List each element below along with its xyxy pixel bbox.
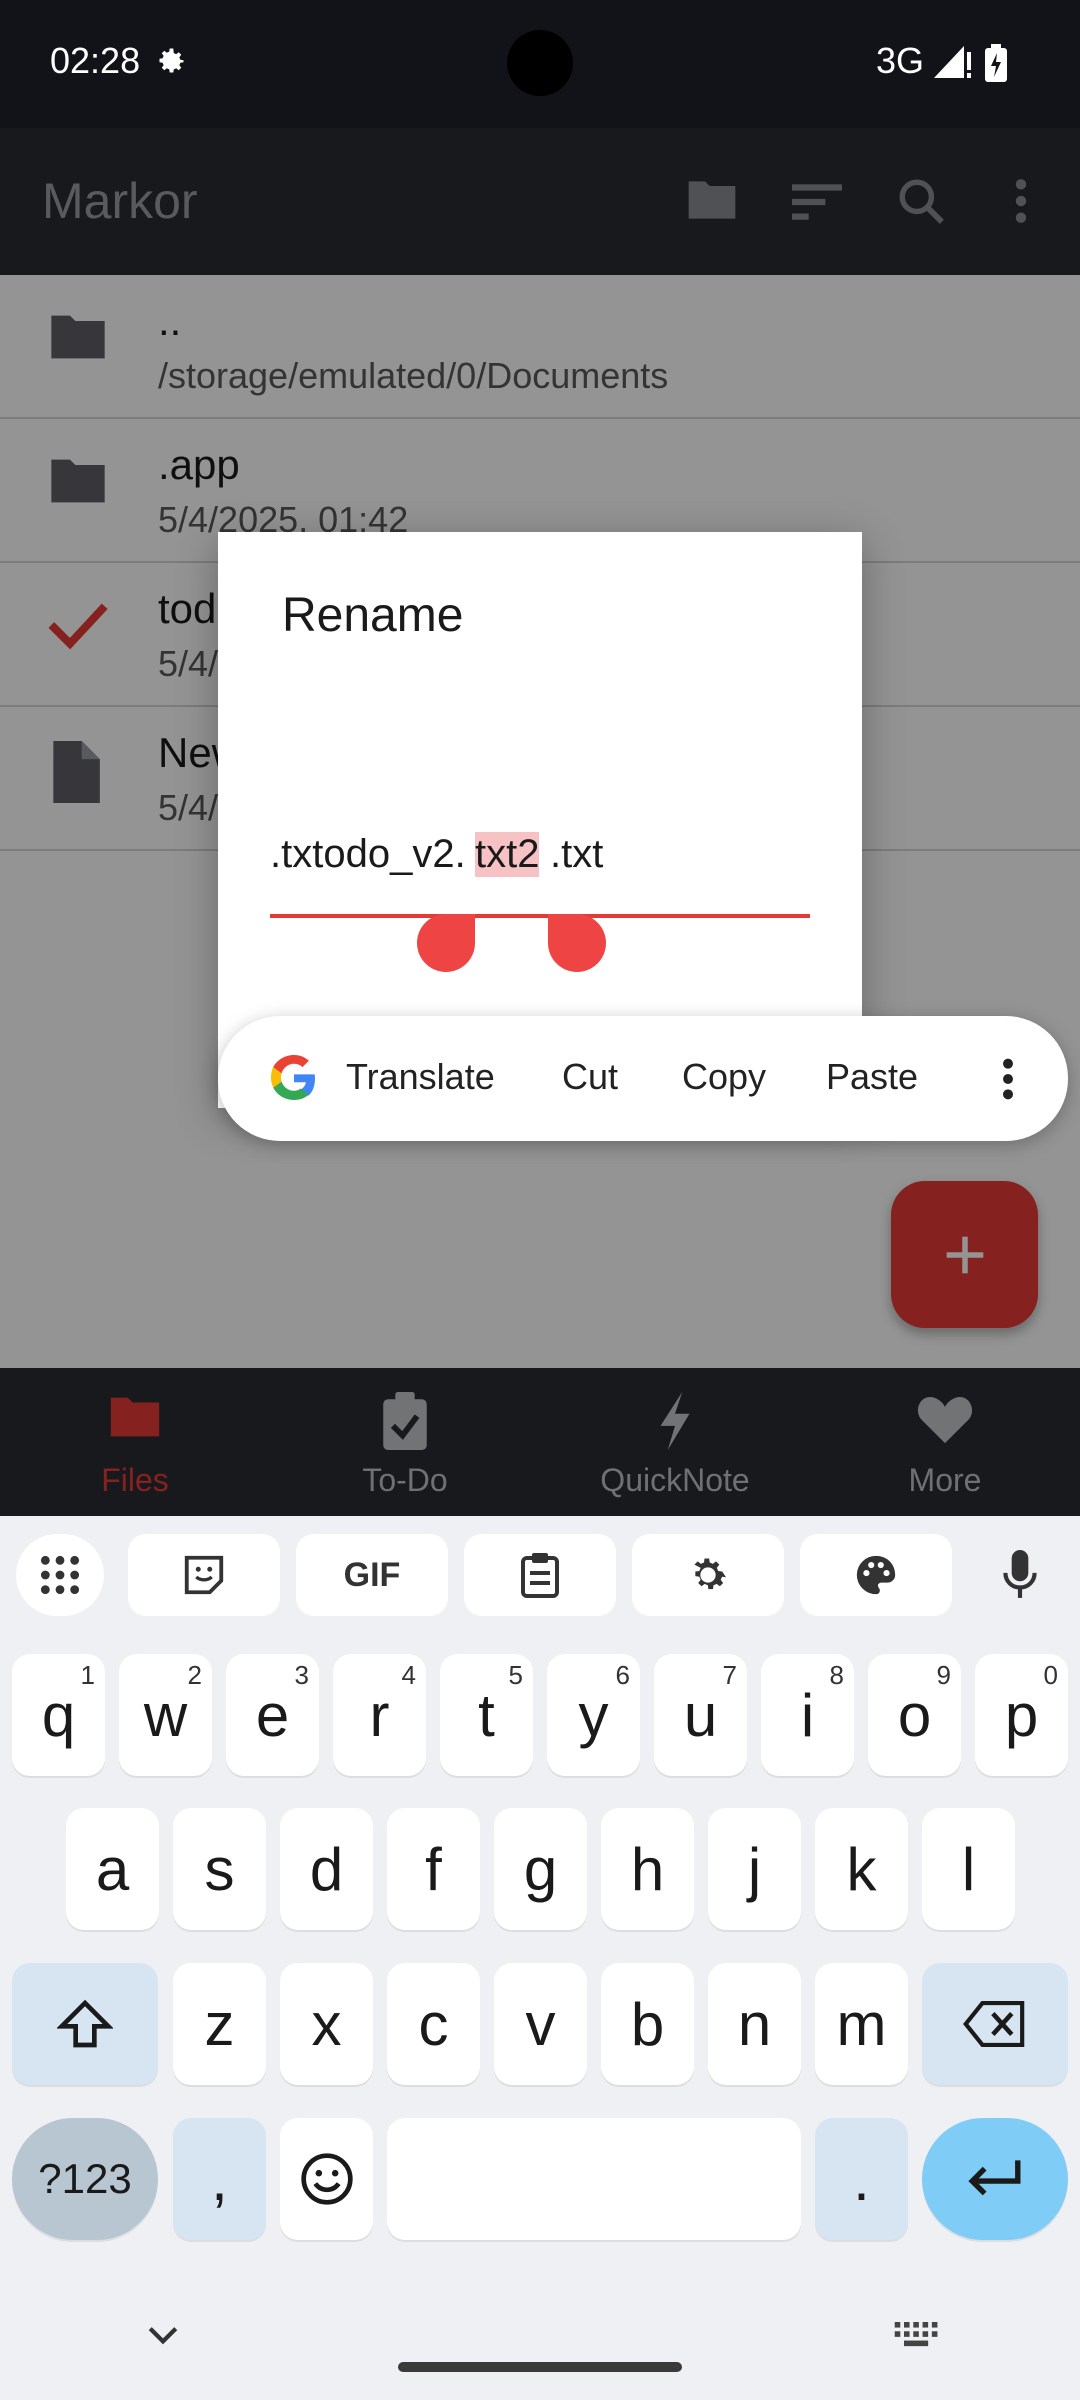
key-v[interactable]: v xyxy=(494,1963,587,2085)
key-label: p xyxy=(1004,1681,1039,1749)
key-label: u xyxy=(683,1681,718,1749)
key-hint: 6 xyxy=(615,1660,630,1690)
key-c[interactable]: c xyxy=(387,1963,480,2085)
key-hint: 8 xyxy=(829,1660,844,1690)
settings-icon[interactable] xyxy=(632,1534,784,1616)
key-g[interactable]: g xyxy=(494,1808,587,1930)
symbols-key[interactable]: ?123 xyxy=(12,2118,158,2240)
settings-gear-icon xyxy=(152,44,188,85)
key-label: i xyxy=(800,1681,815,1749)
key-hint: 4 xyxy=(401,1660,416,1690)
key-j[interactable]: j xyxy=(708,1808,801,1930)
comma-key[interactable]: , xyxy=(173,2118,266,2240)
key-hint: 0 xyxy=(1043,1660,1058,1690)
text-selection-menu: Translate Cut Copy Paste xyxy=(218,1016,1068,1141)
clipboard-icon[interactable] xyxy=(464,1534,616,1616)
key-label: w xyxy=(143,1681,188,1749)
backspace-icon xyxy=(963,2001,1025,2047)
status-bar: 02:28 3G xyxy=(0,0,1080,128)
enter-icon xyxy=(968,2160,1021,2196)
soft-keyboard: GIF q1 w2 e3 r4 t5 y6 u7 i8 o9 p0 a s d … xyxy=(0,1516,1080,2400)
key-label: t xyxy=(478,1681,495,1749)
key-p[interactable]: p0 xyxy=(975,1654,1068,1776)
emoji-icon xyxy=(300,2153,353,2205)
cut-menu-item[interactable]: Cut xyxy=(562,1056,618,1098)
dialog-scrim xyxy=(0,128,1080,275)
key-h[interactable]: h xyxy=(601,1808,694,1930)
more-options-icon[interactable] xyxy=(998,1056,1018,1107)
key-label: q xyxy=(41,1681,76,1749)
input-text-before: .txtodo_v2. xyxy=(270,832,466,876)
period-key[interactable]: . xyxy=(815,2118,908,2240)
emoji-key[interactable] xyxy=(280,2118,373,2240)
translate-menu-item[interactable]: Translate xyxy=(346,1056,495,1098)
apps-grid-icon[interactable] xyxy=(16,1534,104,1616)
microphone-icon[interactable] xyxy=(976,1534,1064,1616)
key-hint: 9 xyxy=(936,1660,951,1690)
key-x[interactable]: x xyxy=(280,1963,373,2085)
selection-handle-end[interactable] xyxy=(548,914,606,972)
key-k[interactable]: k xyxy=(815,1808,908,1930)
key-q[interactable]: q1 xyxy=(12,1654,105,1776)
key-hint: 3 xyxy=(294,1660,309,1690)
battery-charging-icon xyxy=(985,44,1007,87)
home-indicator[interactable] xyxy=(398,2362,682,2372)
hide-keyboard-icon[interactable] xyxy=(146,2324,180,2351)
status-time: 02:28 xyxy=(50,40,141,81)
backspace-key[interactable] xyxy=(922,1963,1068,2085)
shift-key[interactable] xyxy=(12,1963,158,2085)
key-z[interactable]: z xyxy=(173,1963,266,2085)
key-d[interactable]: d xyxy=(280,1808,373,1930)
key-s[interactable]: s xyxy=(173,1808,266,1930)
key-w[interactable]: w2 xyxy=(119,1654,212,1776)
copy-menu-item[interactable]: Copy xyxy=(682,1056,766,1098)
dialog-title: Rename xyxy=(282,589,464,642)
key-o[interactable]: o9 xyxy=(868,1654,961,1776)
key-a[interactable]: a xyxy=(66,1808,159,1930)
key-m[interactable]: m xyxy=(815,1963,908,2085)
key-label: o xyxy=(897,1681,932,1749)
key-l[interactable]: l xyxy=(922,1808,1015,1930)
key-label: e xyxy=(255,1681,290,1749)
space-key[interactable] xyxy=(387,2118,801,2240)
key-hint: 1 xyxy=(80,1660,95,1690)
rename-input[interactable]: .txtodo_v2. txt2 .txt xyxy=(270,832,810,918)
key-y[interactable]: y6 xyxy=(547,1654,640,1776)
enter-key[interactable] xyxy=(922,2118,1068,2240)
key-i[interactable]: i8 xyxy=(761,1654,854,1776)
input-text-after: .txt xyxy=(550,832,604,876)
key-r[interactable]: r4 xyxy=(333,1654,426,1776)
shift-icon xyxy=(57,1999,113,2048)
key-e[interactable]: e3 xyxy=(226,1654,319,1776)
key-n[interactable]: n xyxy=(708,1963,801,2085)
key-label: y xyxy=(578,1681,609,1749)
signal-icon xyxy=(934,46,972,83)
google-icon xyxy=(270,1054,318,1107)
selection-handle-start[interactable] xyxy=(417,914,475,972)
palette-icon[interactable] xyxy=(800,1534,952,1616)
key-f[interactable]: f xyxy=(387,1808,480,1930)
key-hint: 2 xyxy=(187,1660,202,1690)
paste-menu-item[interactable]: Paste xyxy=(826,1056,918,1098)
key-t[interactable]: t5 xyxy=(440,1654,533,1776)
gif-icon[interactable]: GIF xyxy=(296,1534,448,1616)
camera-cutout xyxy=(507,30,573,96)
key-b[interactable]: b xyxy=(601,1963,694,2085)
network-type: 3G xyxy=(876,40,925,81)
keyboard-switch-icon[interactable] xyxy=(894,2322,940,2353)
key-u[interactable]: u7 xyxy=(654,1654,747,1776)
key-hint: 5 xyxy=(508,1660,523,1690)
input-text-selected: txt2 xyxy=(475,832,540,877)
key-label: r xyxy=(369,1681,390,1749)
sticker-icon[interactable] xyxy=(128,1534,280,1616)
key-hint: 7 xyxy=(722,1660,737,1690)
